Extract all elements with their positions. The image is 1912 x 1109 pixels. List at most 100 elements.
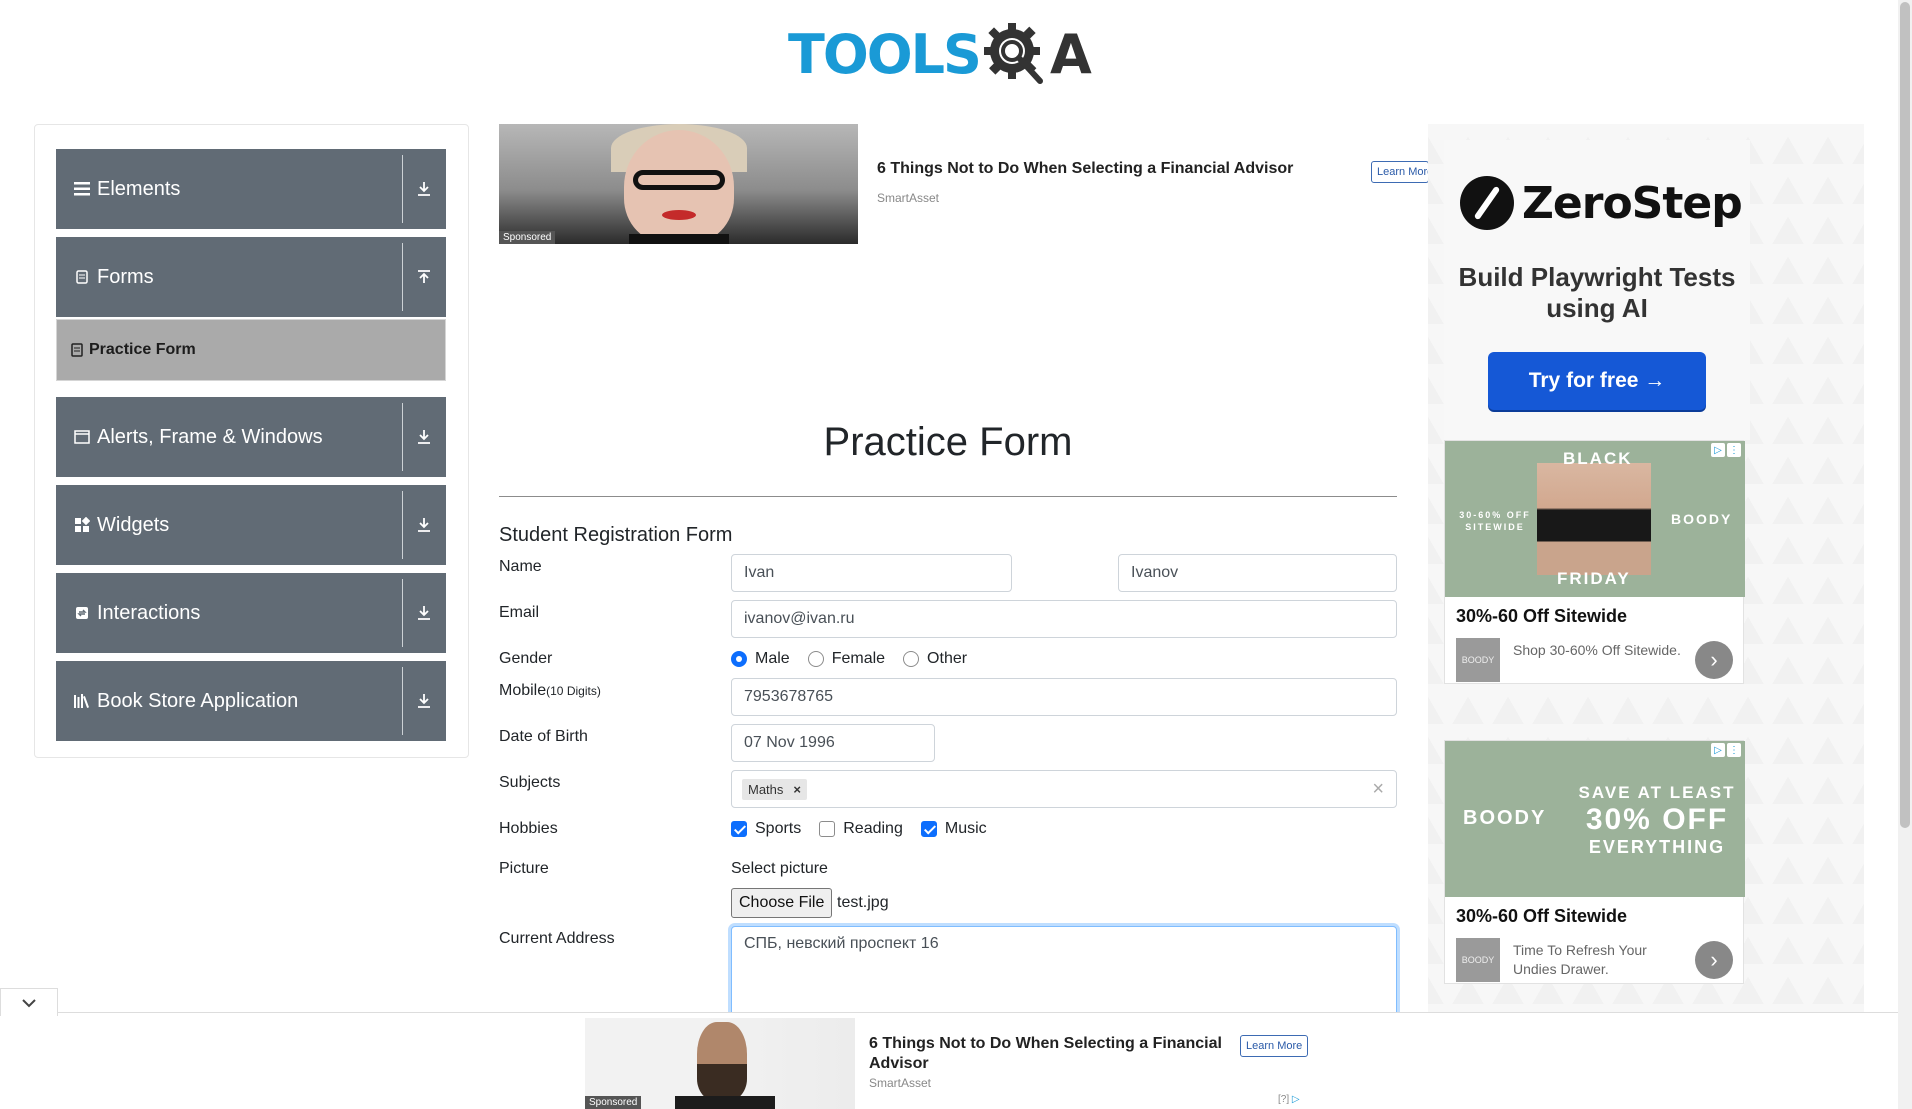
ad-image[interactable]: Sponsored <box>499 124 858 244</box>
boody-ad-2[interactable]: BOODY SAVE AT LEAST 30% OFF EVERYTHING ▷… <box>1444 740 1745 984</box>
email-input[interactable]: ivanov@ivan.ru <box>731 600 1397 638</box>
ad-title[interactable]: 6 Things Not to Do When Selecting a Fina… <box>877 160 1337 178</box>
zerostep-ad[interactable]: ZeroStep Build Playwright Tests using AI… <box>1444 140 1750 440</box>
zerostep-logo: ZeroStep <box>1460 176 1743 230</box>
scrollbar-thumb[interactable] <box>1900 2 1910 828</box>
chevron-right-icon[interactable]: › <box>1695 941 1733 979</box>
separator <box>402 579 403 647</box>
boody-description: Time To Refresh Your Undies Drawer. <box>1513 942 1647 977</box>
ad-title[interactable]: 6 Things Not to Do When Selecting a Fina… <box>869 1034 1239 1074</box>
logo-text-tools: TOOLS <box>788 22 982 86</box>
sponsored-badge: Sponsored <box>499 231 556 244</box>
window-icon <box>73 428 91 446</box>
toolsqa-logo[interactable]: TOOLS A <box>788 14 1092 94</box>
gender-male-option[interactable]: Male <box>731 650 790 668</box>
checkbox-reading[interactable] <box>819 821 836 837</box>
sidebar-group-forms[interactable]: Forms <box>56 237 446 317</box>
adchoices[interactable]: ▷ ⋮ <box>1711 743 1741 757</box>
sidebar-group-book-store[interactable]: Book Store Application <box>56 661 446 741</box>
adchoices-link[interactable]: [?] ▷ <box>1278 1094 1300 1105</box>
option-label: Music <box>944 820 987 837</box>
dob-label: Date of Birth <box>499 728 588 745</box>
learn-more-button[interactable]: Learn More <box>1371 161 1429 183</box>
try-for-free-button[interactable]: Try for free → <box>1488 352 1706 410</box>
form-subtitle: Student Registration Form <box>499 524 733 546</box>
sidebar-item-label: Practice Form <box>89 341 196 358</box>
date-of-birth-input[interactable]: 07 Nov 1996 <box>731 724 935 762</box>
hobby-music-option[interactable]: Music <box>920 820 987 838</box>
subjects-input[interactable]: Maths × × <box>731 770 1397 808</box>
page-title: Practice Form <box>823 420 1073 464</box>
sidebar-group-widgets[interactable]: Widgets <box>56 485 446 565</box>
sidebar-group-alerts[interactable]: Alerts, Frame & Windows <box>56 397 446 477</box>
boody-banner[interactable]: BOODY SAVE AT LEAST 30% OFF EVERYTHING ▷… <box>1445 741 1745 897</box>
separator <box>402 491 403 559</box>
ad-image[interactable]: Sponsored <box>585 1018 855 1109</box>
ad-image-part <box>629 234 729 244</box>
subjects-label: Subjects <box>499 774 561 791</box>
boody-title[interactable]: 30%-60 Off Sitewide <box>1456 906 1627 927</box>
hobbies-options: Sports Reading Music <box>731 820 1005 838</box>
remove-subject-icon[interactable]: × <box>793 782 801 797</box>
download-icon[interactable] <box>412 599 436 627</box>
checkbox-music[interactable] <box>920 821 937 837</box>
radio-other[interactable] <box>903 651 920 667</box>
more-icon[interactable]: ⋮ <box>1727 443 1741 457</box>
banner-brand: BOODY <box>1671 511 1733 527</box>
ad-source: SmartAsset <box>877 191 940 205</box>
download-icon[interactable] <box>412 687 436 715</box>
sidebar-group-interactions[interactable]: Interactions <box>56 573 446 653</box>
ad-image-model <box>1537 463 1651 575</box>
chevron-right-icon[interactable]: › <box>1695 641 1733 679</box>
sidebar-group-elements[interactable]: Elements <box>56 149 446 229</box>
top-ad[interactable]: Sponsored 6 Things Not to Do When Select… <box>499 124 1429 244</box>
adchoices-icon[interactable]: ▷ <box>1711 443 1725 457</box>
banner-brand: BOODY <box>1463 807 1547 829</box>
download-icon[interactable] <box>412 511 436 539</box>
sidebar-item-practice-form[interactable]: Practice Form <box>56 319 446 381</box>
books-icon <box>73 692 91 710</box>
ad-image-part <box>662 210 696 220</box>
adchoices[interactable]: ▷ ⋮ <box>1711 443 1741 457</box>
separator <box>402 155 403 223</box>
gender-label: Gender <box>499 650 553 667</box>
last-name-input[interactable]: Ivanov <box>1118 554 1397 592</box>
checkbox-sports[interactable] <box>731 821 747 837</box>
banner-text: BLACK <box>1563 449 1633 468</box>
vertical-scrollbar[interactable] <box>1898 0 1912 1109</box>
gender-female-option[interactable]: Female <box>807 650 886 668</box>
gender-other-option[interactable]: Other <box>903 650 967 668</box>
collapse-ad-button[interactable] <box>0 988 58 1016</box>
ad-image-part <box>633 170 725 190</box>
radio-male[interactable] <box>731 651 747 667</box>
gear-magnifier-icon <box>983 23 1043 84</box>
hobby-sports-option[interactable]: Sports <box>731 820 801 838</box>
choose-file-button[interactable]: Choose File <box>731 888 833 918</box>
boody-ad-1[interactable]: BLACK FRIDAY 30-60% OFF SITEWIDE BOODY ▷… <box>1444 440 1745 684</box>
current-address-textarea[interactable]: СПБ, невский проспект 16 <box>731 926 1397 1022</box>
first-name-input[interactable]: Ivan <box>731 554 1012 592</box>
option-label: Female <box>831 650 886 667</box>
hobby-reading-option[interactable]: Reading <box>819 820 903 838</box>
adchoices-icon[interactable]: ▷ <box>1711 743 1725 757</box>
gender-options: Male Female Other <box>731 650 985 668</box>
more-icon[interactable]: ⋮ <box>1727 743 1741 757</box>
bottom-ad[interactable]: Sponsored 6 Things Not to Do When Select… <box>585 1018 1315 1109</box>
download-icon[interactable] <box>412 175 436 203</box>
document-icon <box>73 268 91 286</box>
ad-source: SmartAsset <box>869 1076 932 1090</box>
boody-title[interactable]: 30%-60 Off Sitewide <box>1456 606 1627 627</box>
download-icon[interactable] <box>412 423 436 451</box>
boody-banner[interactable]: BLACK FRIDAY 30-60% OFF SITEWIDE BOODY ▷… <box>1445 441 1745 597</box>
separator <box>402 667 403 735</box>
boody-thumb: BOODY <box>1456 938 1500 982</box>
mobile-input[interactable]: 7953678765 <box>731 678 1397 716</box>
learn-more-button[interactable]: Learn More <box>1240 1035 1309 1057</box>
upload-icon[interactable] <box>412 263 436 291</box>
radio-female[interactable] <box>807 651 824 667</box>
zerostep-brand: ZeroStep <box>1522 177 1743 229</box>
sidebar-group-label: Alerts, Frame & Windows <box>97 425 323 448</box>
logo-text-a: A <box>1049 22 1092 86</box>
separator <box>402 403 403 471</box>
clear-subjects-icon[interactable]: × <box>1372 778 1384 801</box>
